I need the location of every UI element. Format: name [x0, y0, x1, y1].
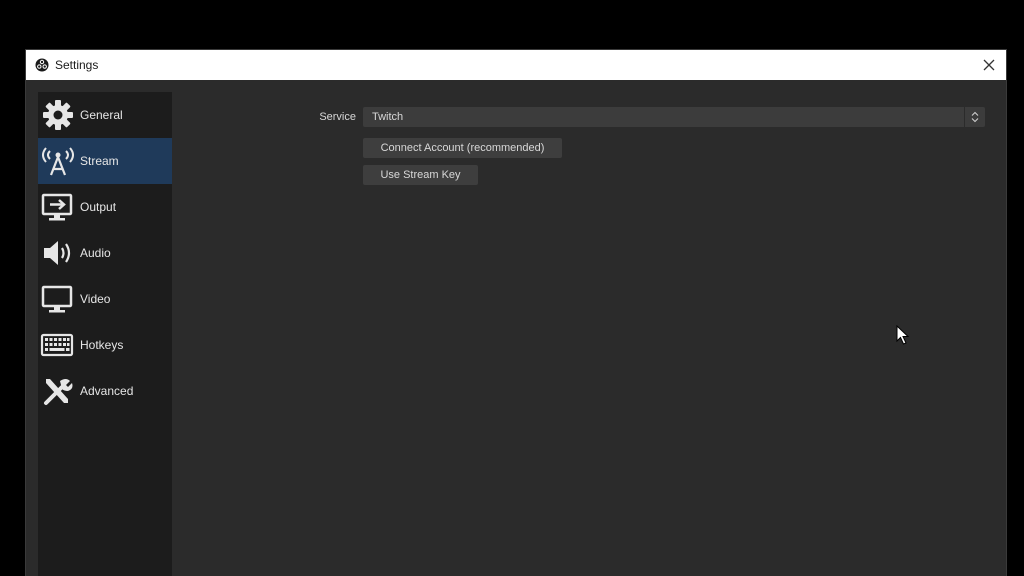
- select-arrow[interactable]: [964, 107, 985, 127]
- sidebar-item-advanced[interactable]: Advanced: [38, 368, 172, 414]
- use-stream-key-button[interactable]: Use Stream Key: [363, 165, 478, 185]
- display-icon: [41, 285, 73, 313]
- sidebar-item-general[interactable]: General: [38, 92, 172, 138]
- service-select[interactable]: Twitch: [363, 107, 985, 127]
- sidebar-item-hotkeys[interactable]: Hotkeys: [38, 322, 172, 368]
- sidebar-item-label: Output: [80, 200, 117, 214]
- monitor-output-icon: [41, 193, 73, 221]
- title-bar: Settings: [26, 50, 1006, 80]
- sidebar-item-label: Hotkeys: [80, 338, 124, 352]
- obs-logo-icon: [35, 58, 49, 72]
- antenna-icon: [42, 147, 74, 176]
- close-icon: [983, 59, 995, 71]
- service-select-value: Twitch: [372, 111, 404, 123]
- service-label: Service: [319, 111, 356, 123]
- speaker-icon: [44, 241, 71, 265]
- sidebar-item-stream[interactable]: Stream: [38, 138, 172, 184]
- close-button[interactable]: [978, 54, 1000, 76]
- chevron-updown-icon: [971, 111, 979, 123]
- sidebar-item-label: General: [80, 108, 123, 122]
- gear-icon: [43, 100, 73, 130]
- settings-sidebar: General Stream Output Audio Video Hotkey…: [38, 92, 172, 576]
- sidebar-item-audio[interactable]: Audio: [38, 230, 172, 276]
- sidebar-item-label: Advanced: [80, 384, 134, 398]
- sidebar-item-label: Stream: [80, 154, 119, 168]
- sidebar-item-output[interactable]: Output: [38, 184, 172, 230]
- sidebar-item-label: Video: [80, 292, 111, 306]
- mouse-cursor-icon: [896, 325, 910, 345]
- settings-window: Settings General Stream Output Audio Vid…: [26, 50, 1006, 576]
- window-title: Settings: [55, 58, 99, 72]
- tools-icon: [44, 379, 73, 405]
- keyboard-icon: [40, 333, 74, 357]
- sidebar-item-label: Audio: [80, 246, 111, 260]
- sidebar-item-video[interactable]: Video: [38, 276, 172, 322]
- connect-account-button[interactable]: Connect Account (recommended): [363, 138, 562, 158]
